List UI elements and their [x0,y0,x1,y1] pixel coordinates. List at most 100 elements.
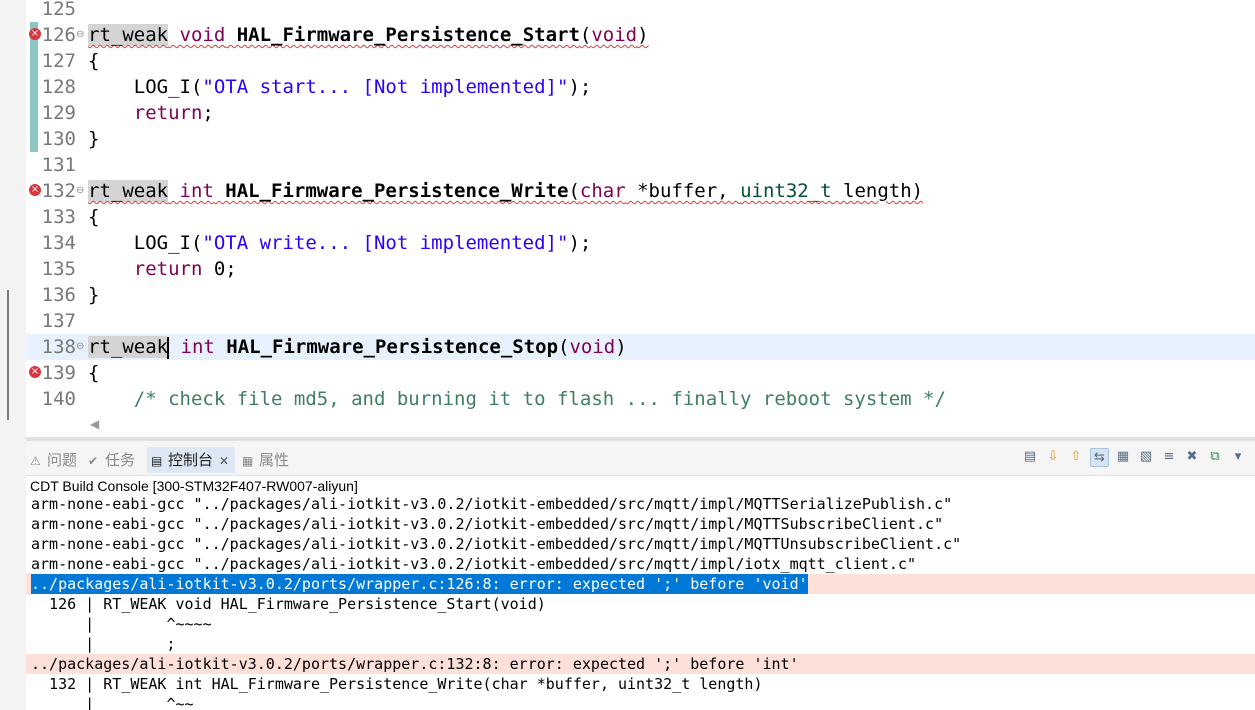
open-console-icon[interactable]: ▦ [1114,448,1132,466]
line-number: 135 [41,258,76,280]
tab-console[interactable]: ▤ 控制台 ✕ [147,447,236,473]
line-number: 139 [41,362,76,384]
horizontal-scrollbar[interactable]: ◀ [26,414,1255,436]
code-token: ( [558,336,570,358]
code-line[interactable]: 133 { [26,204,1255,230]
code-text: rt_weak int HAL_Firmware_Persistence_Sto… [88,334,627,360]
tab-tasks[interactable]: ✔ 任务 [88,447,135,473]
console-error-line[interactable]: ../packages/ali-iotkit-v3.0.2/ports/wrap… [26,574,1255,594]
code-text: return; [88,100,214,126]
console-line[interactable]: arm-none-eabi-gcc "../packages/ali-iotki… [26,534,1255,554]
console-line[interactable]: | ; [26,634,1255,654]
code-line[interactable]: 127 { [26,48,1255,74]
code-text: /* check file md5, and burning it to fla… [88,386,946,412]
code-token: *buffer, [625,180,741,202]
code-text: LOG_I("OTA write... [Not implemented]"); [88,230,592,256]
code-text: } [88,126,99,152]
console-line-text: 126 | RT_WEAK void HAL_Firmware_Persiste… [31,595,546,613]
console-line-text: ../packages/ali-iotkit-v3.0.2/ports/wrap… [31,574,808,594]
code-line[interactable]: 137 [26,308,1255,334]
code-line[interactable]: × 139{ [26,360,1255,386]
code-token: rt_weak [88,336,169,358]
word-wrap-icon[interactable]: ⇆ [1090,447,1109,467]
code-token: ; [202,102,214,124]
code-line[interactable]: 135 return 0; [26,256,1255,282]
show-console-icon[interactable]: ≡ [1160,448,1178,466]
code-token: HAL_Firmware_Persistence_Stop [214,336,559,358]
console-toolbar: ▤ ⇩ ⇧ ⇆ ▦ ▧ ≡ ✖ ⧉ ▾ [1021,446,1247,468]
line-number: 136 [41,284,76,306]
code-token: /* check file md5, and burning it to fla… [88,388,946,410]
code-line[interactable]: 140 /* check file md5, and burning it to… [26,386,1255,412]
console-line-text: arm-none-eabi-gcc "../packages/ali-iotki… [31,535,962,553]
code-line[interactable]: 129 return; [26,100,1255,126]
console-line[interactable]: arm-none-eabi-gcc "../packages/ali-iotki… [26,554,1255,574]
code-line[interactable]: 130} [26,126,1255,152]
line-number: 125 [41,0,76,20]
clear-console-icon[interactable]: ▤ [1021,448,1039,466]
code-text: rt_weak void HAL_Firmware_Persistence_St… [88,22,649,48]
fold-toggle-icon[interactable]: ⊖ [76,178,88,204]
code-text: } [88,282,99,308]
console-output[interactable]: arm-none-eabi-gcc "../packages/ali-iotki… [26,494,1255,710]
pin-icon[interactable]: ⇧ [1067,448,1085,466]
code-line[interactable]: 125 [26,0,1255,22]
left-gutter-strip [0,0,26,710]
line-number: 128 [41,76,76,98]
console-line-text: arm-none-eabi-gcc "../packages/ali-iotki… [31,495,953,513]
close-tab-icon[interactable]: ✕ [219,454,229,468]
tab-properties[interactable]: ▦ 属性 [242,447,289,473]
code-line[interactable]: 134 LOG_I("OTA write... [Not implemented… [26,230,1255,256]
console-line-text: arm-none-eabi-gcc "../packages/ali-iotki… [31,515,944,533]
sash-tick [7,290,9,420]
console-line[interactable]: | ^~~ [26,694,1255,710]
code-line[interactable]: × 126 ⊖ rt_weak void HAL_Firmware_Persisten… [26,22,1255,48]
code-token: return [88,102,203,124]
console-line[interactable]: | ^~~~~ [26,614,1255,634]
code-token: ); [568,76,592,98]
fold-toggle-icon[interactable]: ⊖ [76,22,88,48]
code-line[interactable]: × 132 ⊖ rt_weak int HAL_Firmware_Persistenc… [26,178,1255,204]
line-number: 140 [41,388,76,410]
code-line[interactable]: 131 [26,152,1255,178]
code-token: void [569,336,616,358]
scroll-left-icon[interactable]: ◀ [90,417,99,431]
code-token: ( [579,24,592,46]
code-token: ); [568,232,592,254]
code-text: { [88,204,99,230]
line-number: 133 [41,206,76,228]
line-number: 132 [41,180,76,202]
tab-label: 任务 [105,451,136,469]
terminate-icon[interactable]: ✖ [1183,448,1201,466]
view-menu-icon[interactable]: ▾ [1229,448,1247,466]
code-line[interactable]: 138 ⊖ rt_weak int HAL_Firmware_Persistence… [26,334,1255,360]
code-token: void [591,24,638,46]
code-token: { [88,50,100,72]
line-number: 129 [41,102,76,124]
code-token: } [88,128,100,150]
console-line-text: ../packages/ali-iotkit-v3.0.2/ports/wrap… [31,655,799,673]
console-error-line[interactable]: ../packages/ali-iotkit-v3.0.2/ports/wrap… [26,654,1255,674]
tab-label: 控制台 [168,451,214,469]
code-editor[interactable]: 125 × 126 ⊖ rt_weak void HAL_Firmware_Persis… [26,0,1255,437]
console-line[interactable]: 126 | RT_WEAK void HAL_Firmware_Persiste… [26,594,1255,614]
console-line[interactable]: 132 | RT_WEAK int HAL_Firmware_Persisten… [26,674,1255,694]
line-number: 130 [41,128,76,150]
code-line[interactable]: 128 LOG_I("OTA start... [Not implemented… [26,74,1255,100]
new-console-icon[interactable]: ⧉ [1206,448,1224,466]
code-text: rt_weak int HAL_Firmware_Persistence_Wri… [88,178,923,204]
tab-label: 问题 [47,451,78,469]
scroll-lock-icon[interactable]: ⇩ [1044,448,1062,466]
fold-toggle-icon[interactable]: ⊖ [76,334,88,360]
line-number: 134 [41,232,76,254]
tab-problems[interactable]: ⚠ 问题 [30,447,77,473]
console-line[interactable]: arm-none-eabi-gcc "../packages/ali-iotki… [26,514,1255,534]
code-token: rt_weak [88,24,169,46]
code-token: 0; [202,258,237,280]
code-token: LOG_I( [88,76,203,98]
console-line[interactable]: arm-none-eabi-gcc "../packages/ali-iotki… [26,494,1255,514]
code-token: ) [615,336,627,358]
tab-label: 属性 [259,451,290,469]
code-line[interactable]: 136} [26,282,1255,308]
display-selected-icon[interactable]: ▧ [1137,448,1155,466]
